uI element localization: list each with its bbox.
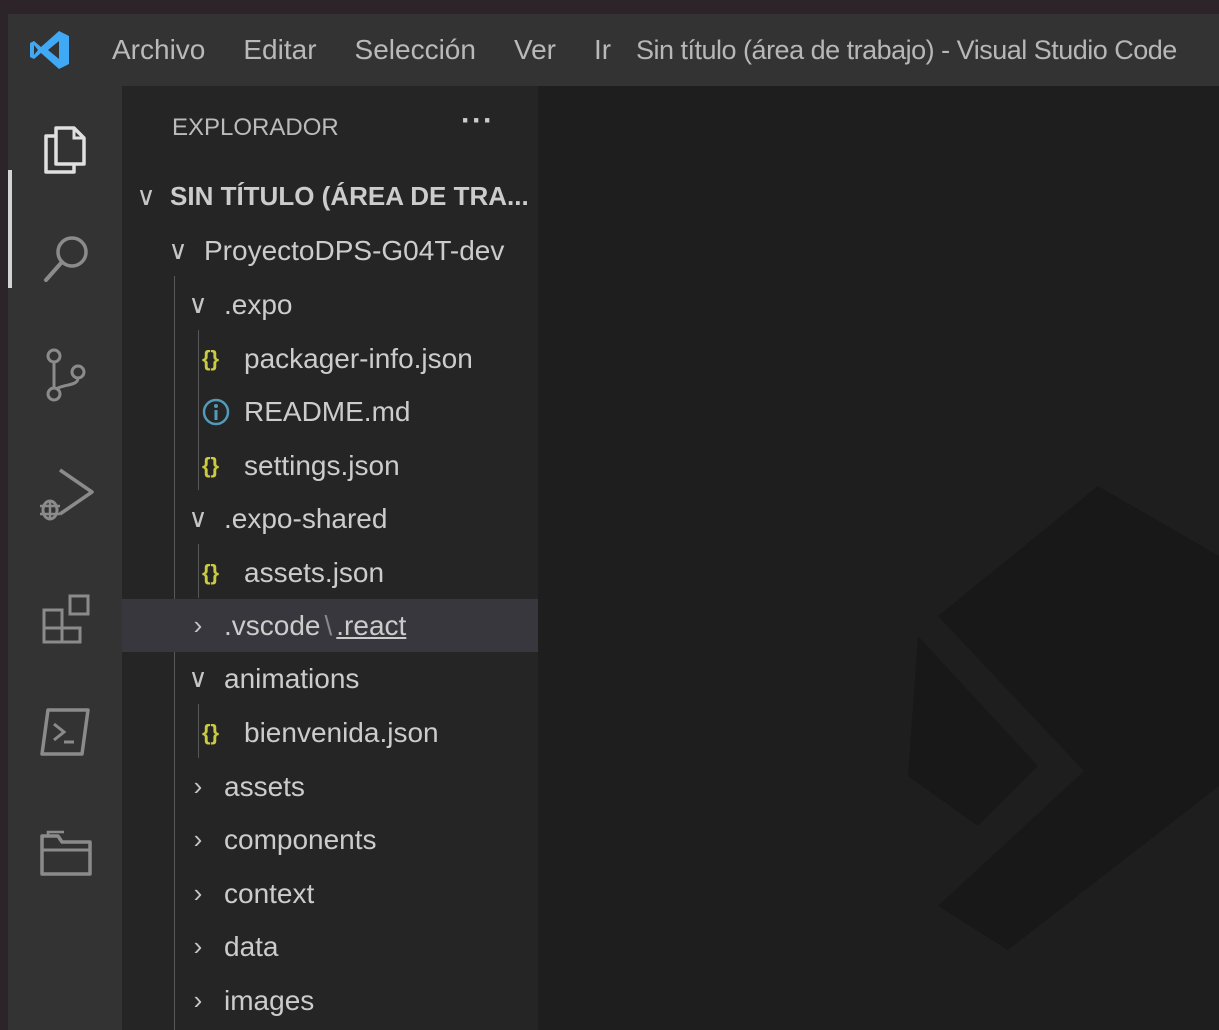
tree-label: packager-info.json — [244, 342, 473, 374]
tree-folder-expo-shared[interactable]: ∨ .expo-shared — [122, 492, 602, 545]
menu-bar: Archivo Editar Selección Ver Ir — [112, 14, 630, 86]
chevron-right-icon: › — [193, 985, 203, 1015]
menu-ver[interactable]: Ver — [495, 34, 575, 66]
explorer-sidebar: EXPLORADOR ··· ∨ SIN TÍTULO (ÁREA DE TRA… — [122, 86, 602, 1030]
tree-folder-assets[interactable]: › assets — [122, 760, 602, 813]
source-control-icon[interactable] — [34, 342, 98, 406]
workspace-header[interactable]: ∨ SIN TÍTULO (ÁREA DE TRA... — [122, 170, 550, 223]
tree-label: assets.json — [244, 556, 385, 588]
menu-ir[interactable]: Ir — [575, 34, 630, 66]
extensions-icon[interactable] — [34, 584, 98, 648]
menu-seleccion[interactable]: Selección — [336, 34, 495, 66]
tree-folder-animations[interactable]: ∨ animations — [122, 652, 602, 705]
chevron-right-icon: › — [193, 931, 203, 961]
tree-label: ProyectoDPS-G04T-dev — [204, 234, 505, 266]
json-file-icon: {} — [202, 719, 220, 745]
search-icon[interactable] — [34, 228, 98, 292]
menu-archivo[interactable]: Archivo — [112, 34, 224, 66]
tree-label: bienvenida.json — [244, 716, 439, 748]
tree-label: images — [224, 984, 315, 1016]
active-indicator — [8, 170, 12, 288]
tree-folder-proyecto[interactable]: ∨ ProyectoDPS-G04T-dev — [122, 224, 582, 277]
json-file-icon: {} — [202, 345, 220, 371]
title-bar: Archivo Editar Selección Ver Ir Sin títu… — [8, 14, 1219, 86]
tree-folder-expo[interactable]: ∨ .expo — [122, 278, 602, 331]
vscode-logo-icon[interactable] — [28, 28, 72, 72]
explorer-title: EXPLORADOR — [172, 114, 339, 141]
window-title: Sin título (área de trabajo) - Visual St… — [636, 35, 1177, 65]
run-debug-icon[interactable] — [34, 462, 98, 526]
tree-label: data — [224, 930, 279, 962]
tree-label: .vscode — [224, 609, 321, 641]
tree-folder-context[interactable]: › context — [122, 867, 602, 920]
vscode-watermark-icon — [908, 486, 1219, 950]
tree-folder-vscode-react[interactable]: › .vscode \ .react — [122, 599, 602, 652]
tree-label: components — [224, 823, 377, 855]
tree-folder-data[interactable]: › data — [122, 920, 602, 973]
tree-label: .expo — [224, 288, 293, 320]
chevron-down-icon: ∨ — [188, 663, 208, 693]
chevron-down-icon: ∨ — [188, 503, 208, 533]
tree-label: assets — [224, 770, 305, 802]
terminal-icon[interactable] — [34, 698, 98, 762]
tree-label: context — [224, 877, 315, 909]
chevron-right-icon: › — [193, 878, 203, 908]
path-separator: \ — [324, 609, 333, 641]
activity-bar — [8, 86, 122, 1030]
chevron-right-icon: › — [193, 824, 203, 854]
menu-editar[interactable]: Editar — [224, 34, 335, 66]
tree-label: settings.json — [244, 449, 400, 481]
tree-label: README.md — [244, 395, 411, 427]
editor-area[interactable] — [538, 86, 1219, 1030]
tree-label-compact[interactable]: .react — [336, 610, 406, 642]
chevron-down-icon: ∨ — [188, 289, 208, 319]
chevron-right-icon: › — [193, 771, 203, 801]
tree-folder-images[interactable]: › images — [122, 974, 602, 1027]
chevron-right-icon: › — [193, 610, 203, 640]
chevron-down-icon: ∨ — [168, 235, 188, 265]
info-file-icon — [202, 398, 244, 426]
explorer-icon[interactable] — [34, 114, 98, 178]
chevron-down-icon: ∨ — [136, 181, 156, 211]
vscode-window: Archivo Editar Selección Ver Ir Sin títu… — [8, 14, 1219, 1030]
tree-label: animations — [224, 662, 360, 694]
tree-folder-components[interactable]: › components — [122, 813, 602, 866]
json-file-icon: {} — [202, 452, 220, 478]
tree-label: .expo-shared — [224, 502, 388, 534]
folder-icon[interactable] — [34, 822, 98, 886]
json-file-icon: {} — [202, 559, 220, 585]
workspace-label: SIN TÍTULO (ÁREA DE TRA... — [170, 181, 529, 211]
more-actions-button[interactable]: ··· — [461, 104, 494, 138]
